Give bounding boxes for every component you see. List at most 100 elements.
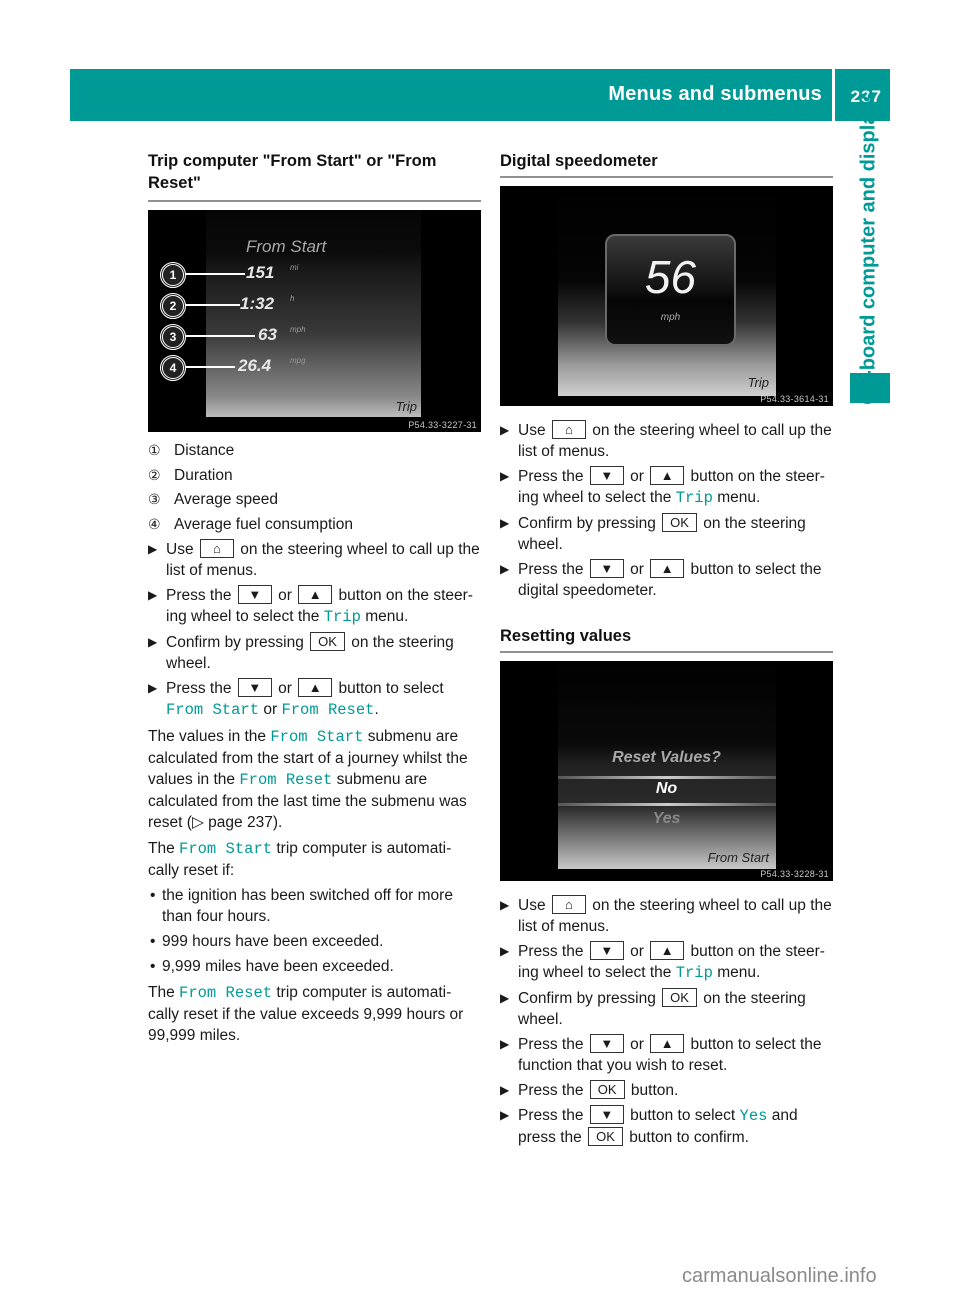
home-key-icon: ⌂ bbox=[199, 538, 234, 558]
watermark: carmanualsonline.info bbox=[682, 1265, 877, 1287]
ok-key-icon: OK bbox=[662, 513, 697, 532]
display-menu-label: Trip bbox=[747, 375, 769, 390]
menu-name: From Start bbox=[270, 727, 364, 746]
instruction-step: ▶ Press the OK button. bbox=[500, 1080, 679, 1099]
paragraph: The From Start trip computer is automati… bbox=[148, 839, 452, 879]
menu-name: Trip bbox=[675, 964, 713, 982]
speed-value: 56 bbox=[644, 251, 697, 303]
paragraph: The values in the From Start submenu are… bbox=[148, 727, 468, 831]
option-name: Yes bbox=[739, 1107, 768, 1125]
image-reference: P54.33-3614-31 bbox=[760, 394, 829, 404]
bullet-icon: • bbox=[150, 886, 156, 904]
instruction-step: ▶ Confirm by pressing OK on the steering… bbox=[500, 988, 806, 1028]
instruction-step: ▶ Press the ▼ or ▲ button on the steer-i… bbox=[500, 941, 825, 982]
bullet-icon: • bbox=[150, 957, 156, 975]
display-title: From Start bbox=[246, 237, 327, 256]
up-key-icon: ▲ bbox=[298, 677, 333, 697]
menu-name: From Start bbox=[166, 700, 260, 719]
down-key-icon: ▼ bbox=[589, 1105, 624, 1124]
legend-item: ③ Average speed bbox=[148, 491, 278, 508]
down-key-icon: ▼ bbox=[589, 1034, 624, 1053]
instruction-step: ▶ Press the ▼ or ▲ button to select From… bbox=[148, 677, 444, 719]
menu-name: From Reset bbox=[239, 770, 333, 789]
right-column: Digital speedometer 56 mph Trip P54.33-3… bbox=[500, 150, 833, 1148]
legend-item: ① Distance bbox=[148, 442, 235, 459]
instruction-step: ▶ Use ⌂ on the steering wheel to call up… bbox=[500, 895, 832, 935]
trip-unit: mi bbox=[290, 263, 299, 272]
callout-1: 1 bbox=[160, 262, 186, 288]
callout-line bbox=[185, 335, 255, 337]
callout-line bbox=[185, 304, 240, 306]
paragraph: The From Reset trip computer is automati… bbox=[148, 983, 464, 1044]
trip-computer-heading: Trip computer "From Start" or "From Rese… bbox=[148, 150, 481, 202]
step-arrow-icon: ▶ bbox=[148, 587, 158, 602]
down-key-icon: ▼ bbox=[589, 559, 624, 578]
chapter-marker bbox=[850, 373, 890, 403]
step-arrow-icon: ▶ bbox=[148, 634, 158, 649]
option-yes: Yes bbox=[652, 810, 681, 827]
chapter-tab-label: On-board computer and displays bbox=[857, 90, 880, 405]
up-key-icon: ▲ bbox=[650, 1034, 685, 1053]
trip-unit: mpg bbox=[290, 356, 306, 365]
image-reference: P54.33-3227-31 bbox=[408, 420, 477, 430]
ok-key-icon: OK bbox=[662, 988, 697, 1007]
bullet-icon: • bbox=[150, 932, 156, 950]
legend-item: ② Duration bbox=[148, 466, 233, 484]
trip-computer-display-image: From Start 1 151 mi 2 1:32 h 3 63 mph 4 … bbox=[148, 210, 481, 432]
bullet-item: • 999 hours have been exceeded. bbox=[150, 932, 384, 950]
instruction-step: ▶ Press the ▼ button to select Yes and p… bbox=[500, 1105, 798, 1146]
trip-value: 26.4 bbox=[238, 356, 272, 375]
page-ref-icon: ▷ bbox=[191, 813, 204, 831]
resetting-values-heading: Resetting values bbox=[500, 625, 833, 653]
step-arrow-icon: ▶ bbox=[500, 944, 510, 958]
step-arrow-icon: ▶ bbox=[500, 469, 510, 483]
callout-line bbox=[185, 366, 235, 368]
up-key-icon: ▲ bbox=[298, 584, 333, 604]
instruction-step: ▶ Press the ▼ or ▲ button to select the … bbox=[500, 559, 822, 599]
page-reference-link[interactable]: page 237 bbox=[208, 814, 273, 831]
callout-line bbox=[185, 273, 245, 275]
trip-row-avg-speed: 3 63 mph bbox=[160, 324, 460, 350]
trip-unit: h bbox=[290, 294, 295, 303]
legend: ① Distance ② Duration ③ Average speed ④ Aver… bbox=[148, 440, 481, 535]
down-key-icon: ▼ bbox=[237, 677, 272, 697]
speedometer-display-image: 56 mph Trip P54.33-3614-31 bbox=[500, 186, 833, 406]
menu-separator bbox=[558, 803, 776, 806]
menu-name: From Start bbox=[179, 839, 273, 858]
reset-values-display-image: Reset Values? No Yes From Start P54.33-3… bbox=[500, 661, 833, 881]
display-menu-label: Trip bbox=[395, 399, 417, 414]
step-arrow-icon: ▶ bbox=[148, 680, 158, 695]
page-header: Menus and submenus 237 bbox=[70, 69, 890, 121]
callout-4: 4 bbox=[160, 355, 186, 381]
down-key-icon: ▼ bbox=[589, 466, 624, 485]
trip-value: 1:32 bbox=[240, 294, 275, 313]
instruction-step: ▶ Press the ▼ or ▲ button to select the … bbox=[500, 1034, 822, 1074]
speed-unit: mph bbox=[660, 312, 681, 323]
chapter-tab: On-board computer and displays bbox=[848, 91, 890, 404]
step-arrow-icon: ▶ bbox=[500, 1083, 510, 1097]
ok-key-icon: OK bbox=[310, 631, 345, 651]
home-key-icon: ⌂ bbox=[551, 420, 586, 439]
bullet-item: • 9,999 miles have been exceeded. bbox=[150, 957, 394, 975]
step-arrow-icon: ▶ bbox=[500, 1037, 510, 1051]
step-arrow-icon: ▶ bbox=[500, 898, 510, 912]
ok-key-icon: OK bbox=[588, 1127, 623, 1146]
menu-name: From Reset bbox=[179, 983, 273, 1002]
down-key-icon: ▼ bbox=[589, 941, 624, 960]
menu-name: Trip bbox=[323, 607, 361, 626]
bullet-item: • the ignition has been switched off for … bbox=[150, 886, 453, 925]
trip-row-avg-fuel: 4 26.4 mpg bbox=[160, 355, 460, 381]
trip-value: 63 bbox=[258, 325, 277, 344]
option-no: No bbox=[655, 780, 678, 797]
instruction-step: ▶ Use ⌂ on the steering wheel to call up… bbox=[148, 538, 480, 579]
step-arrow-icon: ▶ bbox=[500, 516, 510, 530]
up-key-icon: ▲ bbox=[650, 466, 685, 485]
trip-row-duration: 2 1:32 h bbox=[160, 293, 460, 319]
home-key-icon: ⌂ bbox=[551, 895, 586, 914]
trip-value: 151 bbox=[246, 263, 275, 282]
menu-separator bbox=[558, 776, 776, 779]
down-key-icon: ▼ bbox=[237, 584, 272, 604]
step-arrow-icon: ▶ bbox=[500, 562, 510, 576]
callout-2: 2 bbox=[160, 293, 186, 319]
section-title: Menus and submenus bbox=[608, 83, 822, 105]
